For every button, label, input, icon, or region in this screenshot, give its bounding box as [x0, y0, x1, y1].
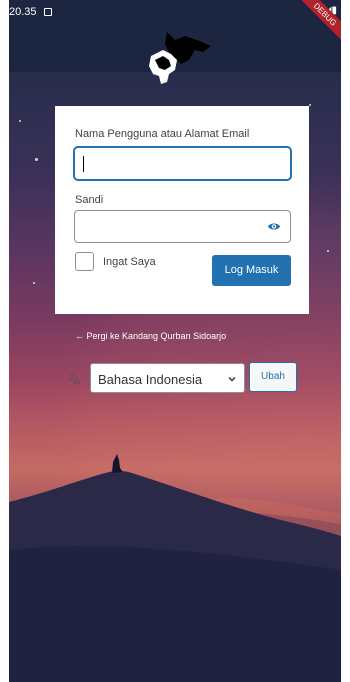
language-selected-value: Bahasa Indonesia — [98, 372, 203, 387]
text-caret — [83, 156, 84, 172]
password-input[interactable] — [74, 210, 291, 243]
back-to-site-link[interactable]: ← Pergi ke Kandang Qurban Sidoarjo — [75, 331, 226, 341]
change-language-button[interactable]: Ubah — [249, 362, 297, 392]
password-label: Sandi — [75, 194, 104, 206]
username-input[interactable] — [74, 147, 291, 180]
status-time: 20.35 — [9, 6, 37, 18]
remember-checkbox[interactable] — [75, 252, 94, 271]
remember-label: Ingat Saya — [103, 256, 156, 268]
eye-icon[interactable] — [267, 221, 281, 232]
login-card: Nama Pengguna atau Alamat Email Sandi In… — [55, 106, 309, 314]
mountain-landscape — [9, 454, 341, 682]
notification-icon — [44, 8, 52, 16]
username-label: Nama Pengguna atau Alamat Email — [75, 128, 250, 140]
language-select[interactable]: Bahasa Indonesia — [90, 363, 245, 393]
chevron-down-icon — [228, 377, 236, 382]
translate-icon — [67, 373, 81, 386]
goat-logo-icon — [149, 32, 211, 84]
app-screen: 20.35 ▼◢▮ DEBUG Nama Pengguna atau Alama… — [9, 0, 341, 682]
login-button[interactable]: Log Masuk — [212, 255, 291, 286]
